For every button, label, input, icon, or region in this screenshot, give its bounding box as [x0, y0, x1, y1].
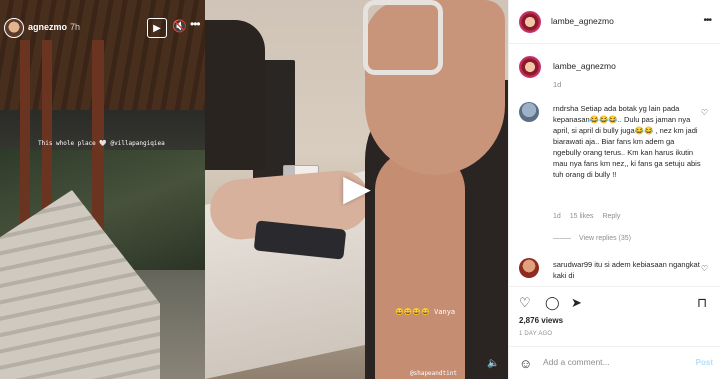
volume-icon[interactable]: 🔈	[487, 358, 499, 369]
comment-username[interactable]: sarudwar99	[553, 260, 592, 269]
comment-username[interactable]: rndrsha	[553, 104, 578, 113]
emoji-icon[interactable]: ☺	[519, 356, 532, 371]
bookmark-icon[interactable]: ⊓	[697, 295, 707, 311]
post-sidebar: lambe_agnezmo ••• lambe_agnezmo 1d rndrs…	[508, 0, 720, 379]
comment-avatar[interactable]	[519, 258, 539, 278]
story-user[interactable]: agnezmo 7h	[28, 22, 80, 32]
divider	[553, 237, 571, 239]
action-bar: ♡ ◯ ➤ ⊓	[509, 286, 720, 312]
mute-icon[interactable]: 🔇	[172, 19, 187, 33]
story-avatar[interactable]	[4, 18, 24, 38]
caption-username[interactable]: lambe_agnezmo	[553, 61, 616, 71]
heart-icon[interactable]: ♡	[701, 108, 708, 117]
view-replies-button[interactable]: View replies (35)	[553, 235, 631, 242]
more-icon[interactable]: •••	[190, 17, 201, 31]
view-count[interactable]: 2,876 views	[519, 316, 563, 325]
comment-icon[interactable]: ◯	[545, 295, 560, 311]
video-person-left	[205, 20, 265, 170]
posted-time: 1 DAY AGO	[519, 331, 553, 337]
comment-meta: 1d 15 likes Reply	[553, 213, 627, 220]
like-icon[interactable]: ♡	[519, 295, 531, 311]
add-comment-bar: ☺ Post	[509, 346, 720, 379]
comment-text: sarudwar99 itu si adem kebiasaan ngangka…	[553, 259, 703, 281]
video-chest	[375, 150, 465, 379]
heart-icon[interactable]: ♡	[701, 264, 708, 273]
more-icon[interactable]: •••	[703, 15, 711, 26]
comment-body: Setiap ada botak yg lain pada kepanasan😂…	[553, 104, 701, 179]
story-caption: This whole place 🤍 @villapangiqiea	[38, 140, 165, 147]
header-username[interactable]: lambe_agnezmo	[551, 16, 614, 26]
video-tag: @shapeandtint	[410, 370, 457, 377]
header-avatar[interactable]	[519, 11, 541, 33]
comment-avatar[interactable]	[519, 102, 539, 122]
caption-time: 1d	[553, 80, 562, 89]
caption-avatar[interactable]	[519, 56, 541, 78]
reply-button[interactable]: Reply	[602, 213, 620, 220]
post-header: lambe_agnezmo •••	[509, 0, 720, 44]
comment-time: 1d	[553, 213, 561, 220]
play-icon[interactable]: ▶	[147, 18, 167, 38]
comment-text: rndrsha Setiap ada botak yg lain pada ke…	[553, 103, 703, 180]
story-username[interactable]: agnezmo	[28, 22, 67, 32]
video-player[interactable]: ▶ 😄😄😄😄 Vanya @shapeandtint 🔈	[205, 0, 508, 379]
video-glasses	[363, 0, 443, 75]
story-panel: agnezmo 7h ▶ 🔇 ••• This whole place 🤍 @vi…	[0, 0, 205, 379]
comment-likes[interactable]: 15 likes	[570, 213, 594, 220]
post-button[interactable]: Post	[696, 358, 713, 367]
play-icon[interactable]: ▶	[337, 167, 377, 208]
video-emoji-caption: 😄😄😄😄 Vanya	[395, 308, 456, 316]
view-replies-label[interactable]: View replies (35)	[579, 235, 631, 242]
story-time: 7h	[70, 22, 81, 32]
share-icon[interactable]: ➤	[571, 295, 582, 311]
comment-input[interactable]	[543, 357, 683, 367]
